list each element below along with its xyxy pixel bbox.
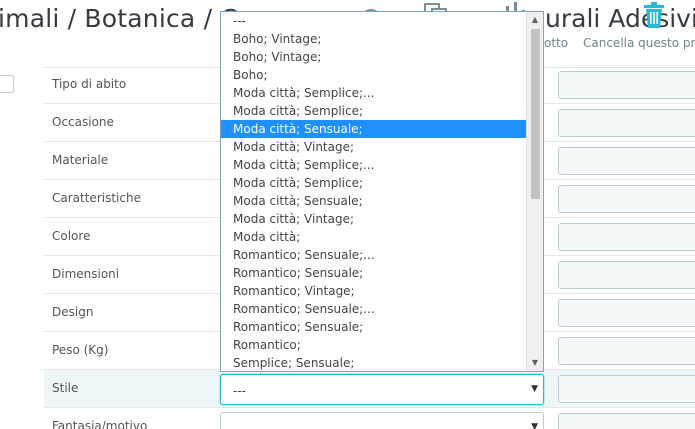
stile-select[interactable]: --- ▼ (220, 374, 544, 405)
scroll-up-arrow-icon[interactable]: ▲ (527, 12, 543, 28)
page-title-continued: urali Adesivi a (545, 4, 695, 33)
dropdown-option[interactable]: Moda città; Vintage; (221, 210, 527, 228)
custom-value-input[interactable] (558, 413, 695, 429)
dropdown-option[interactable]: Moda città; Sensuale; (221, 120, 527, 138)
scrollbar-thumb[interactable] (531, 29, 540, 199)
stile-dropdown-list[interactable]: --- Boho; Vintage; Boho; Vintage; Boho; Moda… (220, 11, 544, 372)
dropdown-options: --- Boho; Vintage; Boho; Vintage; Boho; Moda… (221, 12, 543, 371)
dropdown-option[interactable]: Moda città; (221, 228, 527, 246)
dropdown-option[interactable]: Semplice; Sensuale; (221, 354, 527, 371)
custom-value-input[interactable] (558, 147, 695, 175)
select-value: --- (233, 384, 246, 398)
dropdown-option[interactable]: Romantico; Vintage; (221, 282, 527, 300)
dropdown-scrollbar[interactable]: ▲ ▼ (526, 12, 543, 371)
dropdown-option[interactable]: Moda città; Semplice;... (221, 156, 527, 174)
dropdown-option[interactable]: Boho; (221, 66, 527, 84)
select-value: --- (233, 422, 246, 429)
feature-label: Occasione (52, 115, 114, 129)
feature-label: Stile (52, 381, 79, 395)
custom-value-input[interactable] (558, 185, 695, 213)
dropdown-option[interactable]: Romantico; Sensuale; (221, 318, 527, 336)
scroll-down-arrow-icon[interactable]: ▼ (527, 355, 543, 371)
dropdown-option[interactable]: Romantico; Sensuale;... (221, 246, 527, 264)
dropdown-option[interactable]: Boho; Vintage; (221, 48, 527, 66)
custom-value-input[interactable] (558, 109, 695, 137)
chevron-down-icon: ▼ (531, 422, 538, 429)
chevron-down-icon: ▼ (531, 384, 538, 394)
trash-icon[interactable] (643, 2, 665, 32)
feature-label: Colore (52, 229, 91, 243)
feature-row-stile: Stile --- ▼ (44, 370, 695, 408)
dropdown-option[interactable]: Moda città; Semplice; (221, 102, 527, 120)
feature-label: Tipo di abito (52, 77, 127, 91)
dropdown-option[interactable]: --- (221, 12, 527, 30)
custom-value-input[interactable] (558, 71, 695, 99)
feature-label: Materiale (52, 153, 109, 167)
dropdown-option[interactable]: Moda città; Sensuale; (221, 192, 527, 210)
feature-label: Dimensioni (52, 267, 120, 281)
feature-label: Peso (Kg) (52, 343, 109, 357)
custom-value-input[interactable] (558, 299, 695, 327)
delete-product-link[interactable]: Cancella questo pro (583, 36, 695, 50)
dropdown-option[interactable]: Moda città; Semplice;... (221, 84, 527, 102)
feature-label: Fantasia/motivo (52, 419, 148, 429)
custom-value-input[interactable] (558, 337, 695, 365)
dropdown-option[interactable]: Romantico; Sensuale; (221, 264, 527, 282)
sidebar-toggle[interactable] (0, 75, 14, 93)
dropdown-option[interactable]: Moda città; Vintage; (221, 138, 527, 156)
custom-value-input[interactable] (558, 261, 695, 289)
feature-label: Caratteristiche (52, 191, 141, 205)
dropdown-option[interactable]: Romantico; Sensuale;... (221, 300, 527, 318)
custom-value-input[interactable] (558, 223, 695, 251)
feature-row-fantasia-motivo: Fantasia/motivo --- ▼ (44, 408, 695, 429)
dropdown-option[interactable]: Moda città; Semplice; (221, 174, 527, 192)
page-title: imali / Botanica / C (0, 4, 239, 33)
dropdown-option[interactable]: Boho; Vintage; (221, 30, 527, 48)
header-link-partial[interactable]: otto (544, 36, 568, 50)
custom-value-input[interactable] (558, 375, 695, 403)
feature-label: Design (52, 305, 94, 319)
fantasia-select[interactable]: --- ▼ (220, 412, 544, 429)
dropdown-option[interactable]: Romantico; (221, 336, 527, 354)
